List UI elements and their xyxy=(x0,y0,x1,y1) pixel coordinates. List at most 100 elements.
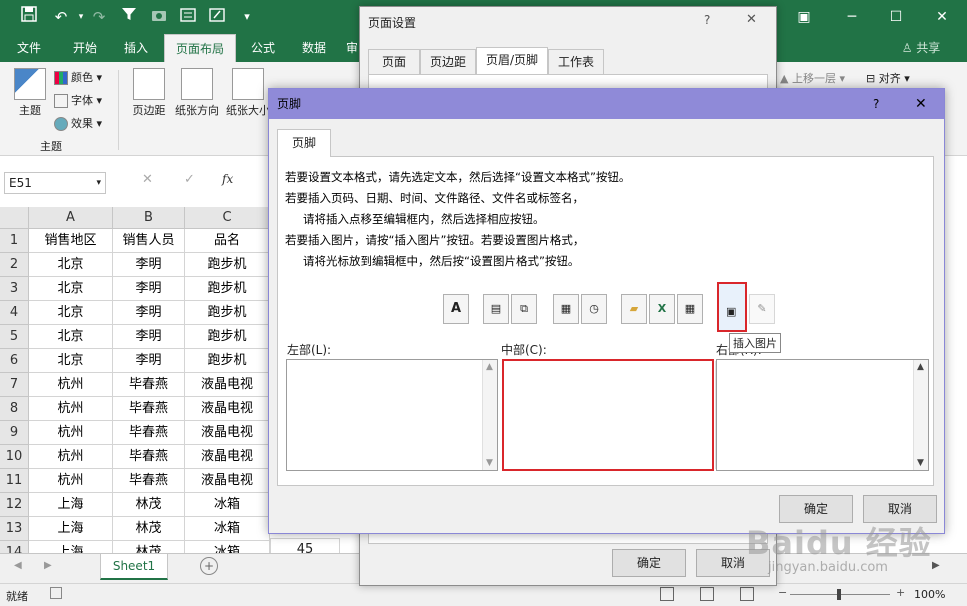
edit-icon[interactable] xyxy=(206,6,228,28)
save-icon[interactable] xyxy=(18,6,40,28)
minimize-icon[interactable]: ─ xyxy=(838,6,866,28)
table-cell[interactable]: 杭州 xyxy=(29,373,113,397)
row-header[interactable]: 3 xyxy=(0,277,29,301)
table-cell[interactable]: 杭州 xyxy=(29,445,113,469)
right-editor-scrollbar[interactable]: ▲ ▼ xyxy=(913,360,928,470)
filter-icon[interactable] xyxy=(118,6,140,28)
row-header[interactable]: 4 xyxy=(0,301,29,325)
table-cell[interactable]: 北京 xyxy=(29,277,113,301)
table-cell[interactable]: 上海 xyxy=(29,517,113,541)
tab-page-layout[interactable]: 页面布局 xyxy=(164,34,236,62)
center-section-editor[interactable]: ▲▼ xyxy=(502,359,730,471)
row-header[interactable]: 2 xyxy=(0,253,29,277)
macro-record-icon[interactable] xyxy=(50,587,62,599)
tab-page[interactable]: 页面 xyxy=(368,49,420,75)
insert-sheet-name-button[interactable]: ▦ xyxy=(677,294,703,324)
table-cell[interactable]: 冰箱 xyxy=(185,493,270,517)
table-cell[interactable]: 毕春燕 xyxy=(113,469,185,493)
cancel-entry-icon[interactable]: ✕ xyxy=(142,172,158,187)
themes-button[interactable]: 主题 xyxy=(8,68,52,118)
format-picture-button[interactable]: ✎ xyxy=(749,294,775,324)
redo-icon[interactable]: ↷ xyxy=(88,6,110,28)
row-header[interactable]: 12 xyxy=(0,493,29,517)
tab-sheet[interactable]: 工作表 xyxy=(548,49,604,75)
row-header[interactable]: 5 xyxy=(0,325,29,349)
align-button[interactable]: ⊟ 对齐 ▾ xyxy=(866,70,910,86)
page-setup-help-button[interactable]: ? xyxy=(704,13,710,27)
tab-header-footer[interactable]: 页眉/页脚 xyxy=(476,47,548,75)
table-cell[interactable]: 李明 xyxy=(113,301,185,325)
table-cell[interactable]: 杭州 xyxy=(29,469,113,493)
tab-home[interactable]: 开始 xyxy=(60,34,110,62)
h-scroll-right-icon[interactable]: ▶ xyxy=(932,560,940,571)
table-cell[interactable]: 毕春燕 xyxy=(113,445,185,469)
footer-close-button[interactable]: ✕ xyxy=(915,89,927,119)
bring-forward-button[interactable]: ▲ 上移一层 ▾ xyxy=(780,70,845,86)
colors-button[interactable]: 颜色 ▾ xyxy=(54,68,102,88)
orientation-button[interactable]: 纸张方向 xyxy=(172,68,222,118)
table-cell[interactable]: 北京 xyxy=(29,325,113,349)
table-cell[interactable]: 品名 xyxy=(185,229,270,253)
size-button[interactable]: 纸张大小 xyxy=(226,68,270,118)
right-section-editor[interactable]: ▲ ▼ xyxy=(716,359,929,471)
table-cell[interactable]: 冰箱 xyxy=(185,541,270,553)
select-all-corner[interactable] xyxy=(0,207,29,229)
fonts-button[interactable]: 字体 ▾ xyxy=(54,91,102,111)
scroll-left-icon[interactable]: ◀ xyxy=(14,560,22,571)
insert-page-count-button[interactable]: ⧉ xyxy=(511,294,537,324)
column-header-c[interactable]: C xyxy=(185,207,270,229)
table-cell[interactable]: 销售地区 xyxy=(29,229,113,253)
add-sheet-icon[interactable]: + xyxy=(200,557,218,575)
format-text-button[interactable]: A xyxy=(443,294,469,324)
insert-function-icon[interactable]: fx xyxy=(222,172,238,186)
table-cell[interactable]: 毕春燕 xyxy=(113,373,185,397)
table-cell[interactable]: 液晶电视 xyxy=(185,421,270,445)
sheet-tab-sheet1[interactable]: Sheet1 xyxy=(100,554,168,580)
insert-time-button[interactable]: ◷ xyxy=(581,294,607,324)
table-cell[interactable]: 跑步机 xyxy=(185,301,270,325)
table-cell[interactable]: 李明 xyxy=(113,325,185,349)
effects-button[interactable]: 效果 ▾ xyxy=(54,114,102,134)
table-cell[interactable]: 李明 xyxy=(113,253,185,277)
share-button[interactable]: ♙ 共享 xyxy=(896,34,946,62)
table-cell[interactable]: 杭州 xyxy=(29,421,113,445)
table-cell[interactable]: 跑步机 xyxy=(185,253,270,277)
page-setup-ok-button[interactable]: 确定 xyxy=(612,549,686,577)
column-header-b[interactable]: B xyxy=(113,207,185,229)
page-layout-view-icon[interactable] xyxy=(700,587,714,601)
insert-picture-button[interactable]: ▣ xyxy=(717,282,747,332)
close-window-icon[interactable]: ✕ xyxy=(928,6,956,28)
table-cell[interactable]: 上海 xyxy=(29,493,113,517)
footer-help-button[interactable]: ? xyxy=(873,89,879,119)
tab-formulas[interactable]: 公式 xyxy=(240,34,286,62)
table-cell[interactable]: 液晶电视 xyxy=(185,445,270,469)
row-header[interactable]: 14 xyxy=(0,541,29,553)
tab-data[interactable]: 数据 xyxy=(290,34,338,62)
row-header[interactable]: 9 xyxy=(0,421,29,445)
customize-qat-icon[interactable]: ▾ xyxy=(236,6,258,28)
insert-file-name-button[interactable]: X xyxy=(649,294,675,324)
row-header[interactable]: 7 xyxy=(0,373,29,397)
table-cell[interactable]: 北京 xyxy=(29,253,113,277)
table-cell[interactable]: 液晶电视 xyxy=(185,373,270,397)
table-cell[interactable]: 跑步机 xyxy=(185,325,270,349)
row-header[interactable]: 6 xyxy=(0,349,29,373)
insert-date-button[interactable]: ▦ xyxy=(553,294,579,324)
left-section-editor[interactable]: ▲ ▼ xyxy=(286,359,498,471)
normal-view-icon[interactable] xyxy=(660,587,674,601)
name-box[interactable]: E51 ▾ xyxy=(4,172,106,194)
camera-icon[interactable] xyxy=(148,6,170,28)
tab-margins[interactable]: 页边距 xyxy=(420,49,476,75)
table-cell[interactable]: 销售人员 xyxy=(113,229,185,253)
table-cell[interactable]: 上海 xyxy=(29,541,113,553)
table-cell[interactable]: 液晶电视 xyxy=(185,469,270,493)
table-cell[interactable]: 液晶电视 xyxy=(185,397,270,421)
insert-file-path-button[interactable]: ▰ xyxy=(621,294,647,324)
table-cell[interactable]: 跑步机 xyxy=(185,277,270,301)
tab-footer[interactable]: 页脚 xyxy=(277,129,331,157)
table-cell[interactable]: 冰箱 xyxy=(185,517,270,541)
confirm-entry-icon[interactable]: ✓ xyxy=(184,172,200,187)
table-cell[interactable]: 北京 xyxy=(29,301,113,325)
maximize-icon[interactable]: ☐ xyxy=(882,6,910,28)
table-cell[interactable]: 毕春燕 xyxy=(113,421,185,445)
